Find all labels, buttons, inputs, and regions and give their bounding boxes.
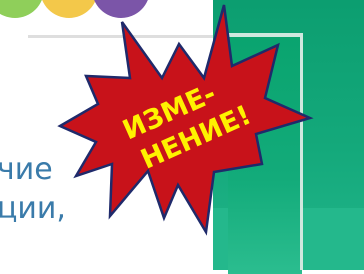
change-starburst: ИЗМЕ- НЕНИЕ!: [57, 4, 314, 236]
